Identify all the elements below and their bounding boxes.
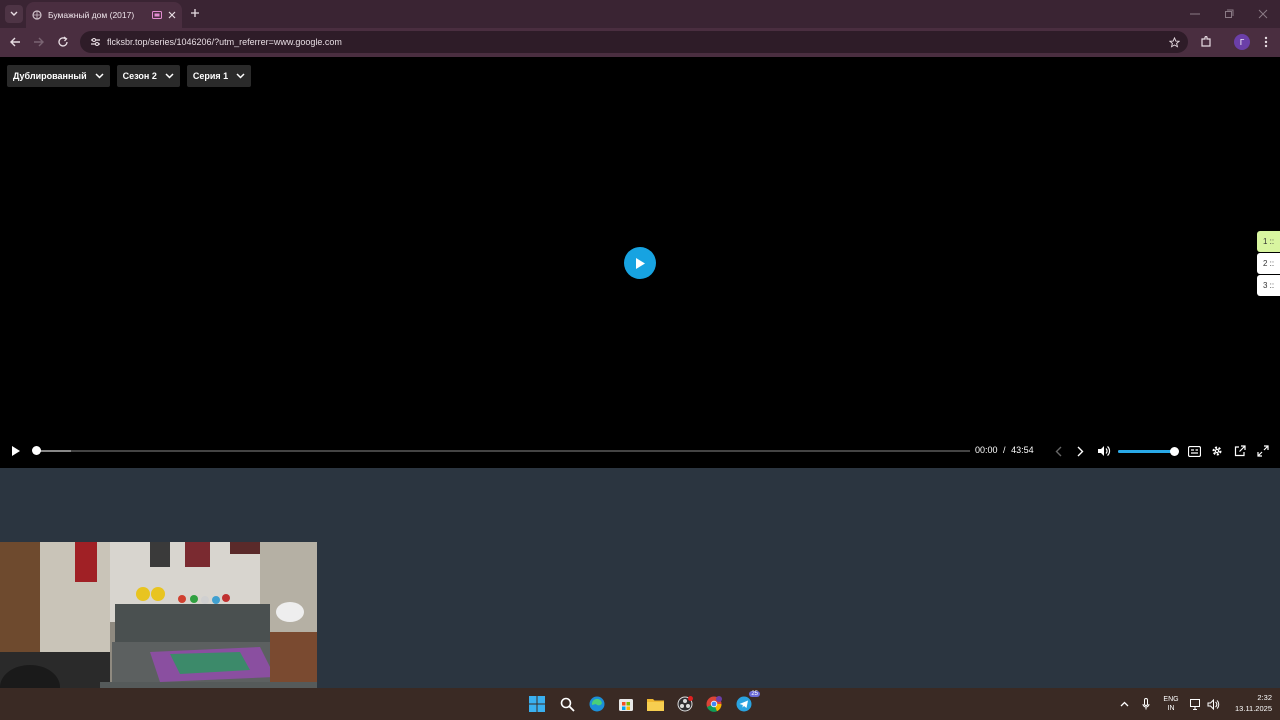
url-text: flcksbr.top/series/1046206/?utm_referrer… (107, 37, 342, 47)
episode-dropdown[interactable]: Серия 1 (186, 65, 252, 87)
time-separator: / (1003, 445, 1006, 455)
obs-icon[interactable] (675, 694, 695, 714)
subtitles-button[interactable] (1186, 444, 1202, 458)
new-tab-button[interactable] (188, 6, 202, 20)
language-bottom: IN (1167, 705, 1175, 712)
volume-slider[interactable] (1118, 447, 1179, 456)
fullscreen-button[interactable] (1255, 444, 1271, 458)
site-info-icon[interactable] (88, 35, 102, 49)
chevron-right-icon (1077, 446, 1083, 456)
fullscreen-icon (1257, 445, 1269, 457)
menu-button[interactable] (1258, 34, 1274, 50)
language-top: ENG (1163, 696, 1179, 703)
window-controls (1178, 0, 1280, 28)
network-icon (1190, 698, 1200, 710)
edge-icon[interactable] (587, 694, 607, 714)
address-bar[interactable]: flcksbr.top/series/1046206/?utm_referrer… (80, 31, 1188, 53)
season-dropdown[interactable]: Сезон 2 (116, 65, 180, 87)
site-favicon-icon (32, 10, 42, 20)
reload-icon (58, 36, 68, 47)
settings-button[interactable] (1209, 444, 1225, 458)
previous-episode-button[interactable] (1052, 444, 1064, 458)
chevron-left-icon (1055, 446, 1061, 456)
tab-search-button[interactable] (5, 5, 23, 23)
reload-button[interactable] (55, 34, 71, 50)
volume-handle[interactable] (1170, 447, 1179, 456)
chevron-down-icon (10, 11, 18, 16)
close-tab-icon[interactable] (168, 11, 176, 19)
puzzle-icon (1201, 36, 1211, 47)
player-source-tabs: 1 :: 2 :: 3 :: (1257, 231, 1280, 297)
video-player[interactable]: Дублированный Сезон 2 Серия 1 1 :: 2 :: … (0, 57, 1280, 468)
arrow-left-icon (10, 37, 20, 47)
current-time: 00:00 (975, 445, 998, 455)
source-tab-3[interactable]: 3 :: (1257, 275, 1280, 296)
file-explorer-icon[interactable] (645, 694, 665, 714)
volume-level (1118, 450, 1174, 453)
back-button[interactable] (7, 34, 23, 50)
bookmark-star-icon[interactable] (1166, 36, 1182, 48)
popout-button[interactable] (1232, 444, 1248, 458)
tab-media-indicator-icon[interactable] (152, 11, 162, 19)
browser-tab[interactable]: Бумажный дом (2017) (26, 2, 182, 28)
plus-icon (191, 9, 199, 17)
translation-dropdown-label: Дублированный (13, 71, 87, 81)
search-icon[interactable] (557, 694, 577, 714)
telegram-icon[interactable]: 25 (734, 691, 760, 714)
total-time: 43:54 (1011, 445, 1034, 455)
profile-avatar[interactable]: Г (1234, 34, 1250, 50)
external-link-icon (1234, 445, 1246, 457)
chevron-up-icon (1120, 701, 1128, 707)
more-vertical-icon (1264, 36, 1268, 48)
chevron-down-icon (236, 73, 245, 79)
seek-handle[interactable] (32, 446, 41, 455)
player-selectors: Дублированный Сезон 2 Серия 1 (7, 65, 252, 87)
source-tab-1[interactable]: 1 :: (1257, 231, 1280, 252)
windows-start-icon[interactable] (527, 694, 547, 714)
language-indicator[interactable]: ENG IN (1158, 688, 1184, 720)
gear-icon (1212, 446, 1222, 456)
speaker-icon (1207, 698, 1219, 710)
episode-dropdown-label: Серия 1 (192, 71, 229, 81)
microphone-icon (1142, 698, 1150, 710)
clock-time: 2:32 (1257, 693, 1272, 702)
network-button[interactable] (1188, 688, 1204, 720)
season-dropdown-label: Сезон 2 (122, 71, 157, 81)
store-icon[interactable] (616, 694, 636, 714)
volume-tray-button[interactable] (1205, 688, 1221, 720)
restore-button[interactable] (1212, 0, 1246, 28)
translation-dropdown[interactable]: Дублированный (7, 65, 110, 87)
browser-toolbar: flcksbr.top/series/1046206/?utm_referrer… (0, 28, 1280, 57)
chevron-down-icon (95, 73, 104, 79)
play-icon (636, 257, 645, 269)
close-window-button[interactable] (1246, 0, 1280, 28)
telegram-badge: 25 (749, 691, 760, 697)
minimize-icon (1190, 13, 1200, 15)
subtitles-icon (1187, 445, 1201, 457)
big-play-button[interactable] (624, 247, 656, 279)
restore-icon (1225, 9, 1234, 18)
taskbar: 25 ENG IN 2:32 13.11.2025 (0, 688, 1280, 720)
forward-button[interactable] (31, 34, 47, 50)
minimize-button[interactable] (1178, 0, 1212, 28)
tab-title: Бумажный дом (2017) (48, 10, 135, 20)
play-icon (12, 446, 20, 456)
chevron-down-icon (165, 73, 174, 79)
clock-date: 13.11.2025 (1235, 704, 1272, 713)
mute-button[interactable] (1096, 444, 1112, 458)
time-display: 00:00 / 43:54 (975, 445, 1034, 455)
microphone-button[interactable] (1138, 688, 1154, 720)
system-clock[interactable]: 2:32 13.11.2025 (1235, 692, 1272, 714)
arrow-right-icon (34, 37, 44, 47)
seek-bar[interactable] (32, 446, 970, 455)
next-episode-button[interactable] (1074, 444, 1086, 458)
chrome-icon[interactable] (704, 694, 724, 714)
source-tab-2[interactable]: 2 :: (1257, 253, 1280, 274)
play-button[interactable] (9, 444, 23, 458)
tray-overflow-button[interactable] (1116, 688, 1132, 720)
close-icon (1258, 9, 1268, 19)
volume-icon (1098, 446, 1111, 456)
tab-strip: Бумажный дом (2017) (0, 0, 1280, 28)
extensions-button[interactable] (1198, 34, 1214, 50)
